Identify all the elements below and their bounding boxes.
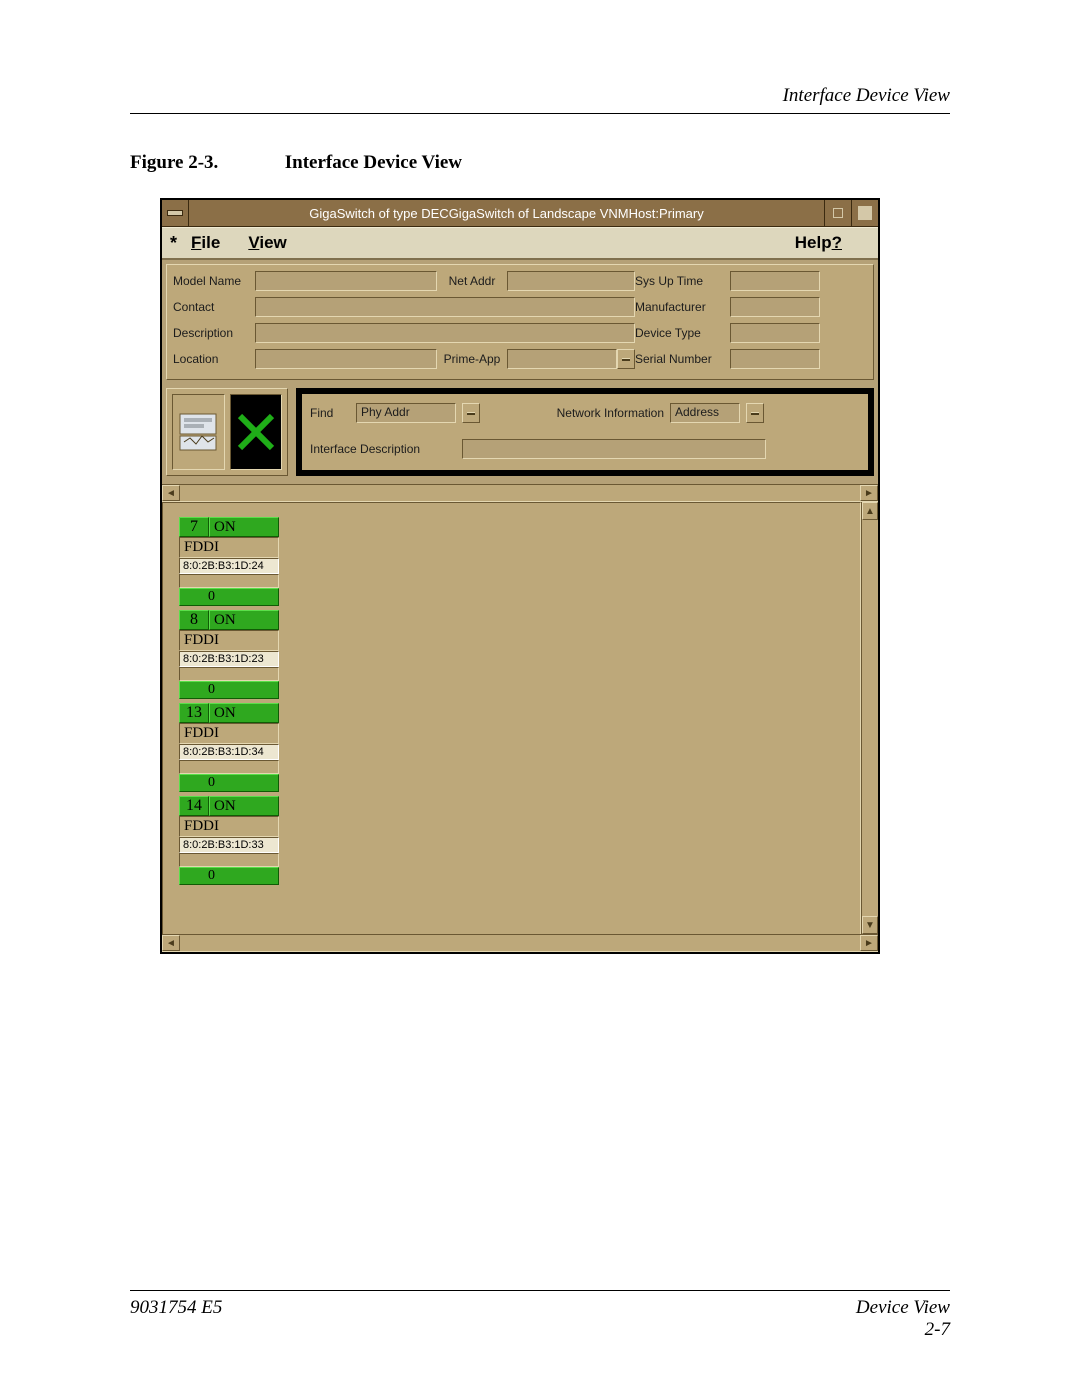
figure-title: Interface Device View: [285, 152, 462, 173]
scroll-left-icon[interactable]: ◄: [162, 485, 180, 501]
header-rule: [130, 113, 950, 114]
net-addr-label: Net Addr: [437, 274, 507, 288]
interface-state: ON: [209, 517, 279, 537]
running-head: Interface Device View: [130, 85, 950, 113]
performance-icon[interactable]: [172, 394, 225, 470]
scroll-right-icon[interactable]: ►: [860, 485, 878, 501]
find-panel: Find Phy Addr Network Information Addres…: [296, 388, 874, 476]
interface-canvas: 7ONFDDI8:0:2B:B3:1D:2408ONFDDI8:0:2B:B3:…: [162, 502, 861, 934]
interface-type: FDDI: [179, 816, 279, 837]
interface-description-field[interactable]: [462, 439, 766, 459]
minimize-button[interactable]: [824, 200, 851, 226]
interface-state: ON: [209, 610, 279, 630]
interface-counter: 0: [179, 774, 279, 792]
info-panel: Model Name Net Addr Sys Up Time Contact …: [166, 264, 874, 380]
title-bar: GigaSwitch of type DECGigaSwitch of Land…: [162, 200, 878, 227]
net-addr-field[interactable]: [507, 271, 635, 291]
contact-field[interactable]: [255, 297, 635, 317]
interface-type: FDDI: [179, 723, 279, 744]
application-window: GigaSwitch of type DECGigaSwitch of Land…: [160, 198, 880, 954]
menu-help[interactable]: Help?: [795, 233, 842, 253]
device-type-label: Device Type: [635, 326, 730, 340]
interface-number: 14: [179, 796, 209, 816]
menu-bar: * File View Help?: [162, 227, 878, 260]
interface-mac: 8:0:2B:B3:1D:23: [179, 651, 279, 667]
address-field[interactable]: Address: [670, 403, 740, 423]
h-scrollbar-bottom[interactable]: ◄ ►: [162, 934, 878, 952]
phy-addr-option-button[interactable]: [462, 403, 480, 423]
scroll-left-icon[interactable]: ◄: [162, 935, 180, 951]
model-name-label: Model Name: [173, 274, 255, 288]
interface-number: 8: [179, 610, 209, 630]
interface-gap: [179, 667, 279, 681]
footer-rule: [130, 1290, 950, 1291]
address-option-button[interactable]: [746, 403, 764, 423]
interface-mac: 8:0:2B:B3:1D:24: [179, 558, 279, 574]
phy-addr-label: Phy Addr: [361, 405, 410, 419]
prime-app-field[interactable]: [507, 349, 617, 369]
interface-state: ON: [209, 703, 279, 723]
interface-counter: 0: [179, 867, 279, 885]
interface-block[interactable]: 7ONFDDI8:0:2B:B3:1D:24 0: [179, 517, 279, 606]
interface-gap: [179, 853, 279, 867]
interface-type: FDDI: [179, 630, 279, 651]
contact-label: Contact: [173, 300, 255, 314]
serial-number-label: Serial Number: [635, 352, 730, 366]
find-label: Find: [310, 406, 350, 420]
location-label: Location: [173, 352, 255, 366]
footer-doc-id: 9031754 E5: [130, 1297, 856, 1319]
system-menu-button[interactable]: [162, 200, 189, 226]
scroll-up-icon[interactable]: ▲: [862, 502, 878, 520]
sys-up-time-label: Sys Up Time: [635, 274, 730, 288]
network-info-label: Network Information: [524, 406, 664, 420]
interface-counter: 0: [179, 588, 279, 606]
interface-description-label: Interface Description: [310, 442, 456, 456]
interface-icon[interactable]: [230, 394, 283, 470]
interface-type: FDDI: [179, 537, 279, 558]
interface-gap: [179, 760, 279, 774]
scroll-right-icon[interactable]: ►: [860, 935, 878, 951]
prime-app-label: Prime-App: [437, 352, 507, 366]
figure-number: Figure 2-3.: [130, 152, 280, 174]
h-scrollbar-top[interactable]: ◄ ►: [162, 484, 878, 502]
window-title: GigaSwitch of type DECGigaSwitch of Land…: [189, 200, 824, 226]
address-label: Address: [675, 405, 719, 419]
interface-state: ON: [209, 796, 279, 816]
v-scrollbar[interactable]: ▲ ▼: [861, 502, 878, 934]
footer-page-number: 2-7: [130, 1319, 950, 1341]
interface-block[interactable]: 14ONFDDI8:0:2B:B3:1D:33 0: [179, 796, 279, 885]
interface-mac: 8:0:2B:B3:1D:34: [179, 744, 279, 760]
sys-up-time-field[interactable]: [730, 271, 820, 291]
interface-number: 7: [179, 517, 209, 537]
page-footer: 9031754 E5 Device View 2-7: [130, 1290, 950, 1341]
prime-app-option-button[interactable]: [617, 349, 635, 369]
model-name-field[interactable]: [255, 271, 437, 291]
serial-number-field[interactable]: [730, 349, 820, 369]
manufacturer-label: Manufacturer: [635, 300, 730, 314]
location-field[interactable]: [255, 349, 437, 369]
interface-block[interactable]: 13ONFDDI8:0:2B:B3:1D:34 0: [179, 703, 279, 792]
device-type-field[interactable]: [730, 323, 820, 343]
footer-section: Device View: [856, 1297, 950, 1319]
menu-view[interactable]: View: [248, 233, 286, 253]
interface-number: 13: [179, 703, 209, 723]
icon-bank: [166, 388, 288, 476]
interface-gap: [179, 574, 279, 588]
menu-star[interactable]: *: [170, 233, 177, 254]
interface-mac: 8:0:2B:B3:1D:33: [179, 837, 279, 853]
interface-block[interactable]: 8ONFDDI8:0:2B:B3:1D:23 0: [179, 610, 279, 699]
phy-addr-field[interactable]: Phy Addr: [356, 403, 456, 423]
description-label: Description: [173, 326, 255, 340]
menu-file[interactable]: File: [191, 233, 220, 253]
manufacturer-field[interactable]: [730, 297, 820, 317]
maximize-button[interactable]: [851, 200, 878, 226]
description-field[interactable]: [255, 323, 635, 343]
figure-caption: Figure 2-3. Interface Device View: [130, 152, 950, 174]
interface-counter: 0: [179, 681, 279, 699]
scroll-down-icon[interactable]: ▼: [862, 916, 878, 934]
